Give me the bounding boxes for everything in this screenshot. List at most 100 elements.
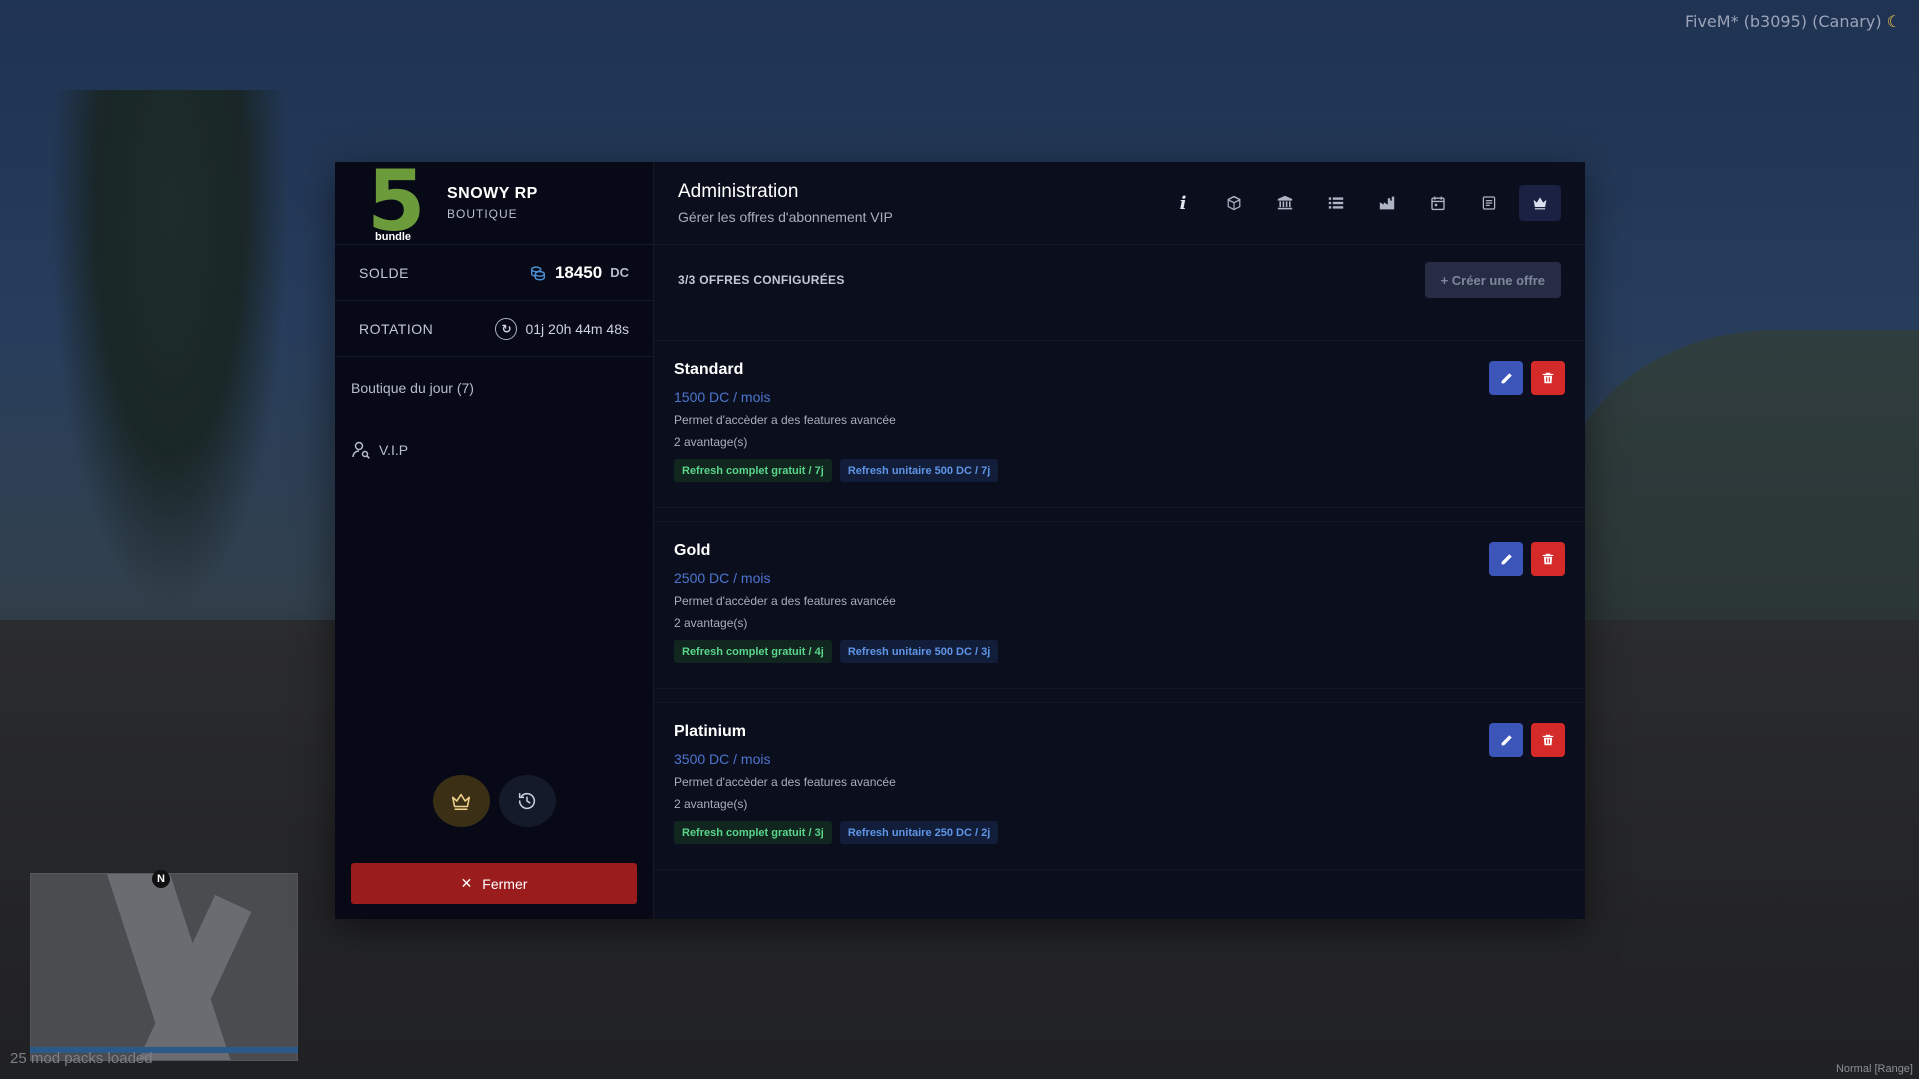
pencil-icon (1500, 553, 1513, 566)
close-button-label: Fermer (482, 875, 528, 892)
balance-value: 18450 (554, 262, 603, 282)
offers-list: Standard 1500 DC / mois Permet d'accèder… (654, 340, 1585, 870)
offer-description: Permet d'accèder a des features avancée (674, 594, 896, 608)
offer-card-gold: Gold 2500 DC / mois Permet d'accèder a d… (654, 521, 1585, 689)
rotation-row: ROTATION ↻ 01j 20h 44m 48s (335, 301, 653, 357)
offer-advantages-count: 2 avantage(s) (674, 797, 748, 811)
tab-industry[interactable] (1366, 185, 1408, 221)
pencil-icon (1500, 734, 1513, 747)
voice-range-label: Normal [Range] (1835, 1063, 1913, 1075)
offers-config-bar: 3/3 OFFRES CONFIGURÉES + Créer une offre (654, 245, 1585, 315)
balance-value-group: 18450 DC (529, 263, 629, 283)
trash-icon (1542, 372, 1554, 384)
offer-tag: Refresh complet gratuit / 7j (674, 459, 832, 482)
offer-price: 3500 DC / mois (674, 751, 771, 767)
page-subtitle: Gérer les offres d'abonnement VIP (678, 209, 893, 225)
history-button[interactable] (498, 775, 556, 827)
pencil-icon (1500, 372, 1513, 385)
rotation-value-group: ↻ 01j 20h 44m 48s (495, 317, 629, 340)
fivem-version-label: FiveM* (b3095) (Canary) ☾ (1685, 12, 1901, 31)
main-panel: Administration Gérer les offres d'abonne… (654, 162, 1585, 919)
brand-subtitle: BOUTIQUE (447, 207, 518, 221)
fivem-version-text: FiveM* (b3095) (Canary) (1684, 12, 1882, 31)
tab-items[interactable] (1213, 185, 1255, 221)
history-icon (516, 790, 538, 812)
balance-row: SOLDE 18450 DC (335, 245, 653, 301)
offer-tag: Refresh unitaire 250 DC / 2j (839, 821, 999, 844)
offer-tags: Refresh complet gratuit / 7j Refresh uni… (674, 459, 1565, 482)
document-icon (1481, 195, 1497, 211)
offer-actions (1489, 542, 1565, 576)
sidebar: 5 bundle SNOWY RP BOUTIQUE SOLDE 18450 D… (335, 159, 654, 919)
mod-status-text: 25 mod packs loaded (10, 1050, 153, 1067)
shop-window: 5 bundle SNOWY RP BOUTIQUE SOLDE 18450 D… (335, 159, 1585, 919)
moon-icon: ☾ (1886, 12, 1901, 31)
offer-name: Platinium (674, 723, 747, 740)
offer-price: 1500 DC / mois (674, 389, 771, 405)
edit-offer-button[interactable] (1489, 361, 1523, 395)
offer-actions (1489, 723, 1565, 757)
page-title: Administration (678, 181, 799, 202)
edit-offer-button[interactable] (1489, 723, 1523, 757)
delete-offer-button[interactable] (1531, 542, 1565, 576)
offer-tag: Refresh complet gratuit / 3j (674, 821, 832, 844)
factory-icon (1379, 195, 1395, 211)
sidebar-item-daily-shop[interactable]: Boutique du jour (7) (335, 357, 653, 419)
tab-logs[interactable] (1468, 185, 1510, 221)
offer-tags: Refresh complet gratuit / 3j Refresh uni… (674, 821, 1565, 844)
minimap (30, 873, 298, 1061)
trash-icon (1542, 734, 1554, 746)
tab-vip-admin[interactable] (1519, 185, 1561, 221)
calendar-icon (1430, 195, 1446, 211)
offer-card-standard: Standard 1500 DC / mois Permet d'accèder… (654, 340, 1585, 508)
tab-info[interactable]: i (1162, 185, 1204, 221)
tab-list[interactable] (1315, 185, 1357, 221)
user-key-icon (351, 440, 371, 460)
delete-offer-button[interactable] (1531, 361, 1565, 395)
tab-calendar[interactable] (1417, 185, 1459, 221)
server-logo: 5 bundle (367, 159, 425, 243)
create-offer-button[interactable]: + Créer une offre (1424, 262, 1561, 298)
tab-bank[interactable] (1264, 185, 1306, 221)
main-header: Administration Gérer les offres d'abonne… (654, 162, 1585, 245)
vip-crown-button[interactable] (432, 775, 490, 827)
offer-name: Standard (674, 361, 744, 378)
admin-toolbar: i (1162, 185, 1561, 221)
rotation-timer: 01j 20h 44m 48s (525, 320, 629, 337)
sidebar-item-label: Boutique du jour (7) (351, 380, 474, 396)
offer-advantages-count: 2 avantage(s) (674, 435, 748, 449)
bank-icon (1277, 195, 1293, 211)
sidebar-item-vip[interactable]: V.I.P (335, 419, 653, 481)
close-button[interactable]: ✕ Fermer (351, 863, 637, 904)
offer-tag: Refresh unitaire 500 DC / 7j (839, 459, 999, 482)
brand-header: 5 bundle SNOWY RP BOUTIQUE (335, 159, 653, 245)
logo-word: bundle (375, 231, 412, 243)
balance-unit: DC (610, 265, 629, 280)
edit-offer-button[interactable] (1489, 542, 1523, 576)
offer-actions (1489, 361, 1565, 395)
offer-name: Gold (674, 542, 711, 559)
crown-icon (1532, 195, 1548, 211)
offer-description: Permet d'accèder a des features avancée (674, 775, 896, 789)
crown-icon (450, 790, 472, 812)
offer-card-platinium: Platinium 3500 DC / mois Permet d'accède… (654, 702, 1585, 870)
refresh-icon: ↻ (495, 317, 518, 340)
sidebar-item-label: V.I.P (379, 442, 409, 458)
sidebar-quick-actions (335, 775, 653, 827)
brand-title: SNOWY RP (447, 185, 538, 202)
rotation-label: ROTATION (359, 320, 434, 337)
offer-tag: Refresh complet gratuit / 4j (674, 640, 832, 663)
offers-count: 3/3 OFFRES CONFIGURÉES (678, 273, 845, 287)
offer-tag: Refresh unitaire 500 DC / 3j (839, 640, 999, 663)
box-icon (1226, 195, 1242, 211)
coins-icon (529, 264, 547, 282)
delete-offer-button[interactable] (1531, 723, 1565, 757)
offer-description: Permet d'accèder a des features avancée (674, 413, 896, 427)
info-icon: i (1179, 192, 1187, 214)
offer-advantages-count: 2 avantage(s) (674, 616, 748, 630)
close-icon: ✕ (460, 875, 473, 891)
minimap-north-icon: N (152, 870, 170, 888)
offer-price: 2500 DC / mois (674, 570, 771, 586)
balance-label: SOLDE (359, 264, 409, 281)
list-icon (1328, 195, 1344, 211)
